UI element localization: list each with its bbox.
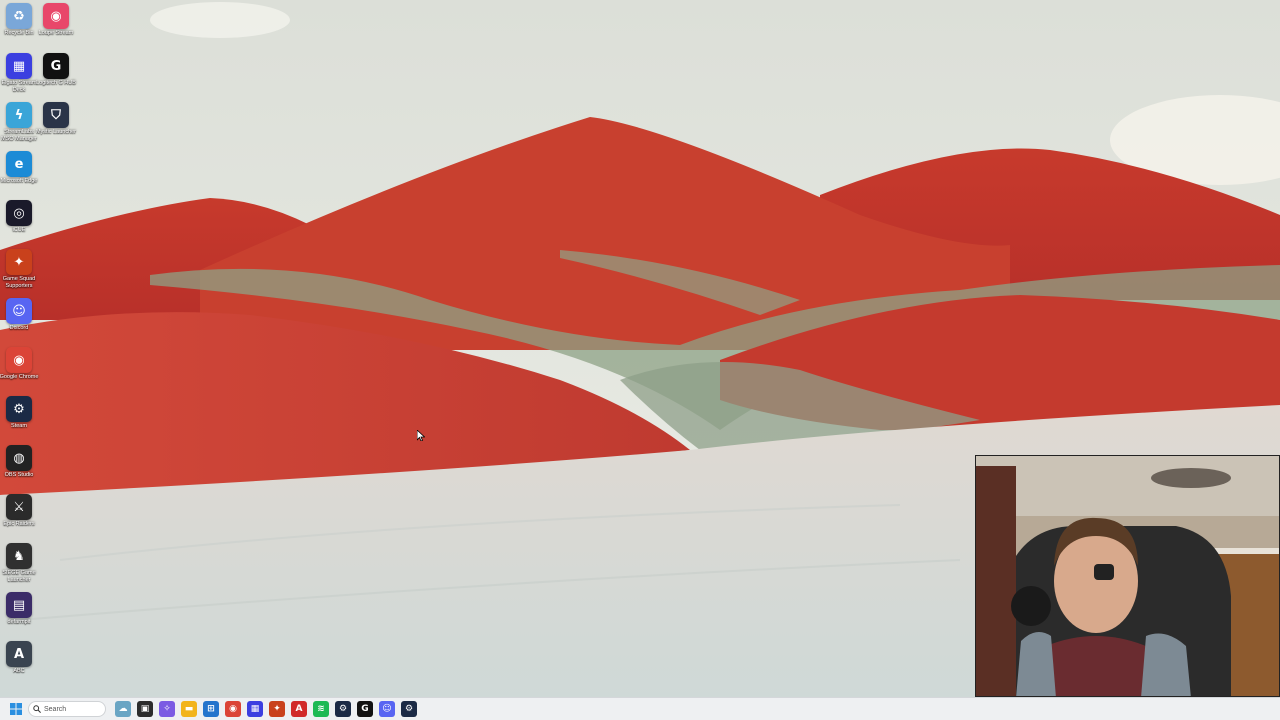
taskbar-app-copilot[interactable]: ✧ xyxy=(159,701,175,717)
logitech-g-icon: G xyxy=(361,704,369,714)
desktop-icon-label: iCUE xyxy=(12,227,26,233)
desktop-icon-edge[interactable]: e Microsoft Edge xyxy=(0,151,38,185)
desktop-icon-elgato[interactable]: ▦ Elgato Stream Deck xyxy=(0,53,38,93)
desktop-icon-grid: ♻ Recycle Bin ◉ Loupe Stream ▦ Elgato Stream … xyxy=(0,0,80,690)
game-squad-icon: ✦ xyxy=(6,249,32,275)
desktop-icon-chrome[interactable]: ◉ Google Chrome xyxy=(0,347,38,381)
mouse-cursor-icon xyxy=(417,430,425,441)
desktop-icon-game-squad[interactable]: ✦ Game Squad Supporters xyxy=(0,249,38,289)
webcam-feed xyxy=(976,456,1279,696)
steam-icon: ⚙ xyxy=(6,396,32,422)
grid-icon: ▦ xyxy=(250,704,260,714)
desktop-icon-stream-manager[interactable]: ϟ StreamLabs MSO Manager xyxy=(0,102,38,142)
desktop-icon-label: Microsoft Edge xyxy=(0,178,38,184)
chrome-icon: ◉ xyxy=(229,704,237,714)
obs-icon: ◍ xyxy=(6,445,32,471)
desktop-icon-steam[interactable]: ⚙ Steam xyxy=(0,396,38,430)
steam-icon: ⚙ xyxy=(404,704,414,714)
taskbar-app-game-squad[interactable]: ✦ xyxy=(269,701,285,717)
desktop-icon-label: Game Squad Supporters xyxy=(2,276,36,289)
discord-icon: ☺ xyxy=(6,298,32,324)
icue-icon: ◎ xyxy=(6,200,32,226)
search-placeholder: Search xyxy=(44,705,67,713)
desktop-icon-loupe[interactable]: ◉ Loupe Stream xyxy=(37,3,75,37)
desktop-icon-label: SIEGE Game Launcher xyxy=(2,570,36,583)
logitech-g-icon: G xyxy=(43,53,69,79)
webcam-overlay xyxy=(975,455,1280,697)
letter-a-icon: A xyxy=(6,641,32,667)
taskbar-app-store[interactable]: ⊞ xyxy=(203,701,219,717)
store-icon: ⊞ xyxy=(207,704,215,714)
adobe-icon: A xyxy=(295,704,303,714)
task-view-icon: ▣ xyxy=(140,704,150,714)
desktop-icon-label: Steam xyxy=(11,423,27,429)
copilot-icon: ✧ xyxy=(163,704,171,714)
desktop-icon-epic-raiders[interactable]: ⚔ Epic Raiders xyxy=(0,494,38,528)
desktop-icon-font-app[interactable]: A ABC xyxy=(0,641,38,675)
desktop-icon-label: StreamLabs MSO Manager xyxy=(1,129,37,142)
image-icon: ▤ xyxy=(6,592,32,618)
search-icon xyxy=(33,705,41,713)
desktop-icon-defarmpit[interactable]: ▤ defarmpit xyxy=(0,592,38,626)
desktop-icon-label: ABC xyxy=(13,668,25,674)
map-pin-icon: ◉ xyxy=(43,3,69,29)
desktop-icon-siege-game[interactable]: ♞ SIEGE Game Launcher xyxy=(0,543,38,583)
taskbar-app-spotify[interactable]: ≋ xyxy=(313,701,329,717)
desktop-icon-label: Elgato Stream Deck xyxy=(1,80,37,93)
taskbar-app-adobe[interactable]: A xyxy=(291,701,307,717)
taskbar-app-elgato[interactable]: ▦ xyxy=(247,701,263,717)
taskbar-app-task-view[interactable]: ▣ xyxy=(137,701,153,717)
desktop-icon-label: Mystic Launcher xyxy=(35,129,77,135)
desktop-icon-label: Logitech G HUB xyxy=(36,80,76,86)
taskbar-app-steam[interactable]: ⚙ xyxy=(335,701,351,717)
taskbar: Search ☁ ▣ ✧ ▬ ⊞ ◉ ▦ ✦ A ≋ ⚙ G ☺ ⚙ xyxy=(0,697,1280,720)
lightning-icon: ϟ xyxy=(6,102,32,128)
desktop-icon-recycle-bin[interactable]: ♻ Recycle Bin xyxy=(0,3,38,37)
edge-icon: e xyxy=(6,151,32,177)
taskbar-app-steam-2[interactable]: ⚙ xyxy=(401,701,417,717)
game-icon: ⚔ xyxy=(6,494,32,520)
desktop-icon-discord[interactable]: ☺ Discord xyxy=(0,298,38,332)
chrome-icon: ◉ xyxy=(6,347,32,373)
taskbar-search-input[interactable]: Search xyxy=(28,701,106,717)
desktop-icon-label: OBS Studio xyxy=(4,472,34,478)
grid-icon: ▦ xyxy=(6,53,32,79)
desktop-icon-mystic[interactable]: ⛉ Mystic Launcher xyxy=(35,102,77,136)
desktop-icon-label: Discord xyxy=(9,325,29,331)
desktop-icon-label: Google Chrome xyxy=(0,374,39,380)
desktop-icon-label: Recycle Bin xyxy=(4,30,34,36)
taskbar-app-widgets[interactable]: ☁ xyxy=(115,701,131,717)
siege-icon: ♞ xyxy=(6,543,32,569)
taskbar-app-file-explorer[interactable]: ▬ xyxy=(181,701,197,717)
desktop-icon-obs[interactable]: ◍ OBS Studio xyxy=(0,445,38,479)
desktop-icon-icue[interactable]: ◎ iCUE xyxy=(0,200,38,234)
recycle-bin-icon: ♻ xyxy=(6,3,32,29)
discord-icon: ☺ xyxy=(382,704,392,714)
taskbar-app-logitech[interactable]: G xyxy=(357,701,373,717)
widgets-icon: ☁ xyxy=(118,704,128,714)
desktop-icon-label: defarmpit xyxy=(7,619,31,625)
game-squad-icon: ✦ xyxy=(273,704,281,714)
desktop-icon-label: Epic Raiders xyxy=(3,521,35,527)
shield-icon: ⛉ xyxy=(43,102,69,128)
windows-start-icon[interactable] xyxy=(8,701,24,717)
desktop-icon-logitech[interactable]: G Logitech G HUB xyxy=(36,53,76,87)
spotify-icon: ≋ xyxy=(317,704,325,714)
taskbar-app-chrome[interactable]: ◉ xyxy=(225,701,241,717)
folder-icon: ▬ xyxy=(184,704,194,714)
desktop-icon-label: Loupe Stream xyxy=(38,30,74,36)
taskbar-app-discord[interactable]: ☺ xyxy=(379,701,395,717)
steam-icon: ⚙ xyxy=(338,704,348,714)
